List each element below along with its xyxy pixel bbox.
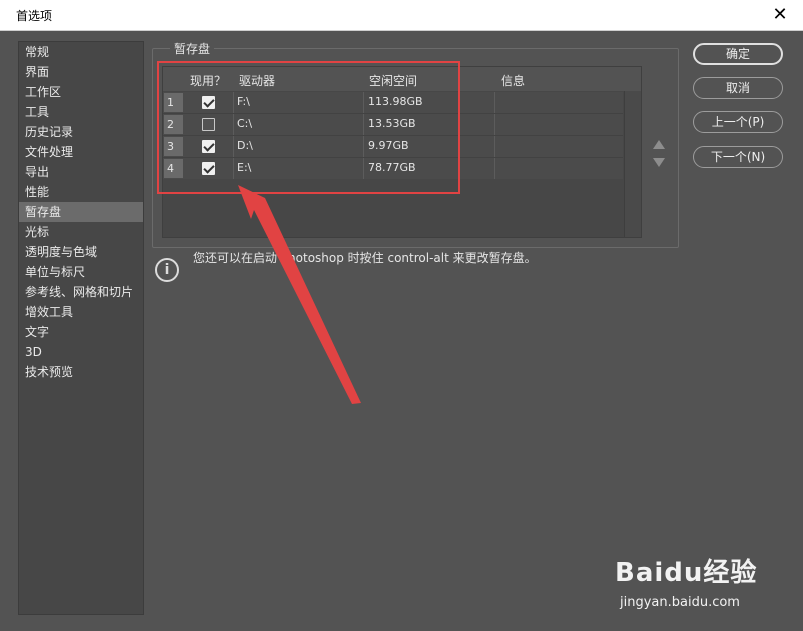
- watermark-logo: Baidu经验: [615, 558, 758, 588]
- watermark-url: jingyan.baidu.com: [620, 595, 740, 610]
- annotation-arrow-icon: [238, 185, 361, 404]
- baidu-watermark: Baidu经验 jingyan.baidu.com: [615, 552, 775, 612]
